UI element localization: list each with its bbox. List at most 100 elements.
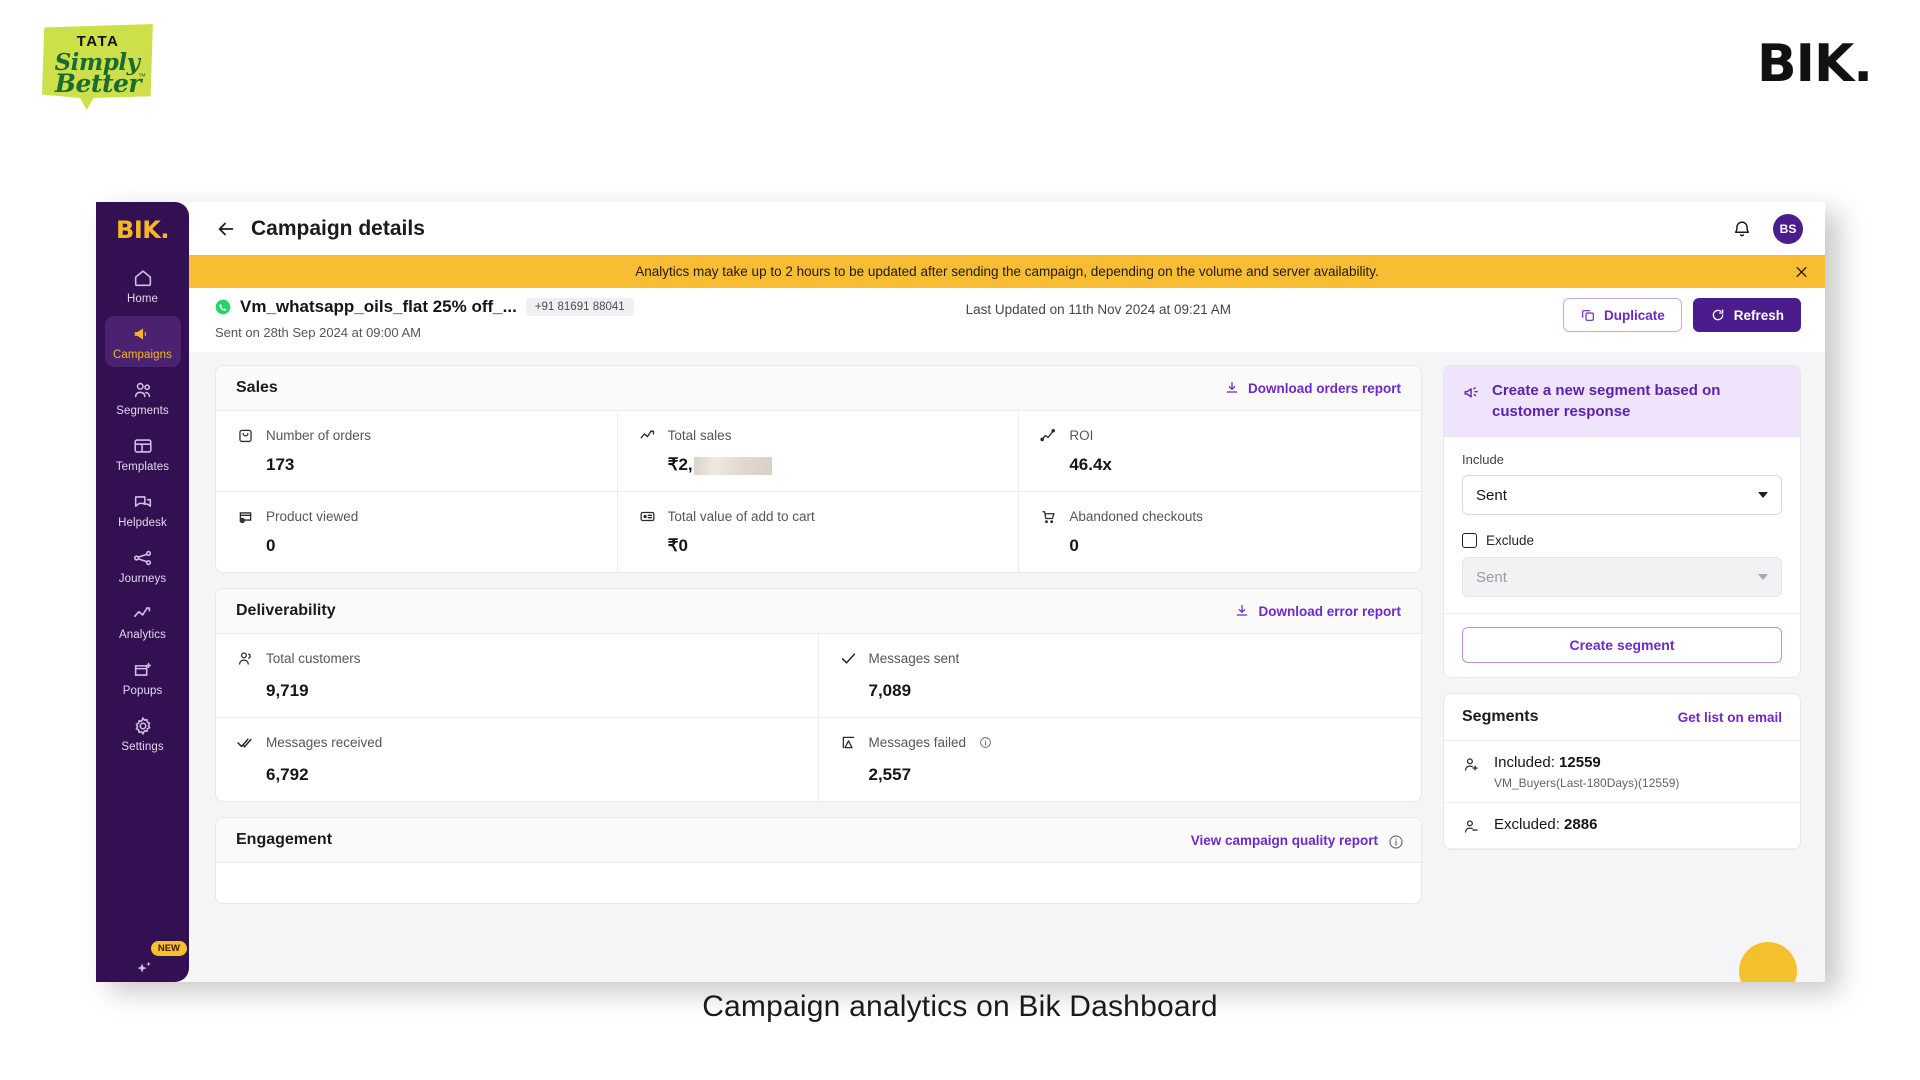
refresh-label: Refresh (1733, 307, 1784, 323)
left-column: Sales Download orders report Number of o… (215, 365, 1422, 982)
deliverability-title: Deliverability (236, 602, 336, 619)
sidebar-item-segments[interactable]: Segments (105, 372, 181, 423)
duplicate-button[interactable]: Duplicate (1562, 298, 1682, 332)
segment-icon (1464, 387, 1478, 398)
sidebar-item-label: Templates (115, 461, 170, 473)
segments-title: Segments (1462, 708, 1539, 726)
get-list-on-email-link[interactable]: Get list on email (1678, 710, 1782, 725)
whatsapp-icon (215, 299, 231, 315)
create-segment-button[interactable]: Create segment (1462, 627, 1782, 664)
sidebar-item-label: Segments (116, 405, 169, 417)
campaign-last-updated: Last Updated on 11th Nov 2024 at 09:21 A… (965, 302, 1232, 317)
metric-label: Messages received (266, 735, 383, 750)
avatar[interactable]: BS (1773, 213, 1803, 244)
redaction-overlay (693, 456, 772, 475)
sales-card-header: Sales Download orders report (216, 366, 1421, 411)
product-view-icon (236, 507, 255, 526)
sidebar-item-label: Campaigns (112, 349, 173, 361)
sidebar-item-journeys[interactable]: Journeys (105, 540, 181, 591)
deliverability-metrics-grid: Total customers 9,719 Messages sent 7,08… (216, 634, 1421, 801)
sidebar-item-helpdesk[interactable]: Helpdesk (105, 484, 181, 535)
deliverability-card-header: Deliverability Download error report (216, 589, 1421, 634)
cart-icon (1039, 507, 1058, 526)
exclude-selected-value: Sent (1476, 568, 1507, 586)
sidebar-item-label: Home (126, 293, 159, 305)
sidebar-item-popups[interactable]: Popups (105, 652, 181, 703)
sidebar-item-templates[interactable]: Templates (105, 428, 181, 479)
tata-wordmark: TATA (76, 33, 120, 50)
metric-value-visible-part: ₹2, (667, 455, 693, 474)
segment-excluded-label: Excluded: (1494, 816, 1565, 834)
include-select[interactable]: Sent (1462, 475, 1782, 516)
nodes-icon (132, 547, 154, 569)
metric-number-of-orders: Number of orders 173 (216, 411, 618, 492)
segment-included-row: Included: 12559 VM_Buyers(Last-180Days)(… (1444, 741, 1800, 804)
segment-included-count: 12559 (1559, 754, 1601, 772)
view-campaign-quality-report-link[interactable]: View campaign quality report (1191, 833, 1403, 849)
sparkle-icon[interactable] (132, 958, 154, 980)
exclude-checkbox[interactable] (1462, 533, 1477, 549)
exclude-label: Exclude (1486, 533, 1535, 549)
chevron-down-icon (1758, 492, 1768, 499)
create-segment-card: Create a new segment based on customer r… (1443, 365, 1801, 679)
chat-icon (132, 491, 154, 513)
slide-caption: Campaign analytics on Bik Dashboard (702, 990, 1218, 1023)
sidebar-item-label: Helpdesk (118, 517, 167, 529)
exclude-select[interactable]: Sent (1462, 557, 1782, 598)
banner-text: Analytics may take up to 2 hours to be u… (635, 264, 1379, 279)
create-segment-body: Include Sent Exclude Sent (1444, 437, 1800, 613)
app-window: BIK. Home Campaigns Segments Templates H… (96, 202, 1825, 982)
refresh-button[interactable]: Refresh (1692, 298, 1801, 332)
chart-line-icon (132, 603, 154, 625)
campaign-actions: Duplicate Refresh (1562, 297, 1801, 332)
download-error-label: Download error report (1258, 603, 1401, 619)
popup-icon (132, 659, 154, 681)
engagement-body-placeholder (216, 863, 1421, 903)
sidebar-item-analytics[interactable]: Analytics (105, 596, 181, 647)
metric-label: Messages sent (868, 651, 960, 666)
download-icon (1226, 382, 1238, 393)
sidebar-item-campaigns[interactable]: Campaigns (104, 316, 181, 367)
info-banner: Analytics may take up to 2 hours to be u… (189, 255, 1825, 288)
include-label: Include (1462, 452, 1504, 468)
metric-product-viewed: Product viewed 0 (216, 492, 618, 572)
trend-up-icon (1039, 426, 1058, 445)
metric-value: 6,792 (266, 765, 309, 784)
cart-card-icon (638, 507, 657, 526)
close-icon[interactable] (1794, 264, 1809, 279)
arrow-left-icon[interactable] (215, 218, 237, 240)
metric-label: Number of orders (266, 428, 372, 443)
check-icon (839, 649, 858, 668)
users-icon (132, 379, 154, 401)
create-segment-label: Create segment (1569, 637, 1675, 654)
metric-abandoned-checkouts: Abandoned checkouts 0 (1019, 492, 1421, 572)
download-orders-report-link[interactable]: Download orders report (1224, 380, 1401, 396)
right-column: Create a new segment based on customer r… (1443, 365, 1801, 982)
metric-roi: ROI 46.4x (1019, 411, 1421, 492)
sidebar-item-home[interactable]: Home (105, 260, 181, 311)
campaign-sent-on: Sent on 28th Sep 2024 at 09:00 AM (215, 325, 421, 340)
info-icon[interactable] (1388, 834, 1403, 849)
info-icon[interactable] (979, 736, 992, 749)
gear-icon (132, 715, 154, 737)
layout-icon (132, 435, 154, 457)
download-error-report-link[interactable]: Download error report (1234, 603, 1401, 619)
segment-excluded-count: 2886 (1564, 816, 1598, 834)
exclude-row: Exclude (1462, 533, 1782, 549)
metric-label: Total sales (667, 428, 732, 443)
bell-icon[interactable] (1731, 218, 1753, 240)
segment-included-text: Included: 12559 VM_Buyers(Last-180Days)(… (1494, 754, 1679, 790)
metric-messages-failed: Messages failed 2,557 (819, 718, 1422, 801)
sidebar-item-settings[interactable]: Settings (105, 708, 181, 759)
segment-included-sub: VM_Buyers(Last-180Days)(12559) (1494, 776, 1680, 791)
sidebar-item-label: Analytics (119, 629, 166, 641)
metric-value: 2,557 (868, 765, 912, 784)
sales-card: Sales Download orders report Number of o… (215, 365, 1422, 573)
bag-icon (236, 426, 255, 445)
sales-title: Sales (236, 379, 278, 396)
sales-metrics-grid: Number of orders 173 Total sales ₹2, ROI… (216, 411, 1421, 572)
metric-value-redacted: ₹2, (668, 455, 772, 475)
segment-included-label: Included: (1494, 754, 1560, 772)
metric-label: ROI (1069, 428, 1094, 443)
metric-value: 9,719 (266, 681, 309, 700)
